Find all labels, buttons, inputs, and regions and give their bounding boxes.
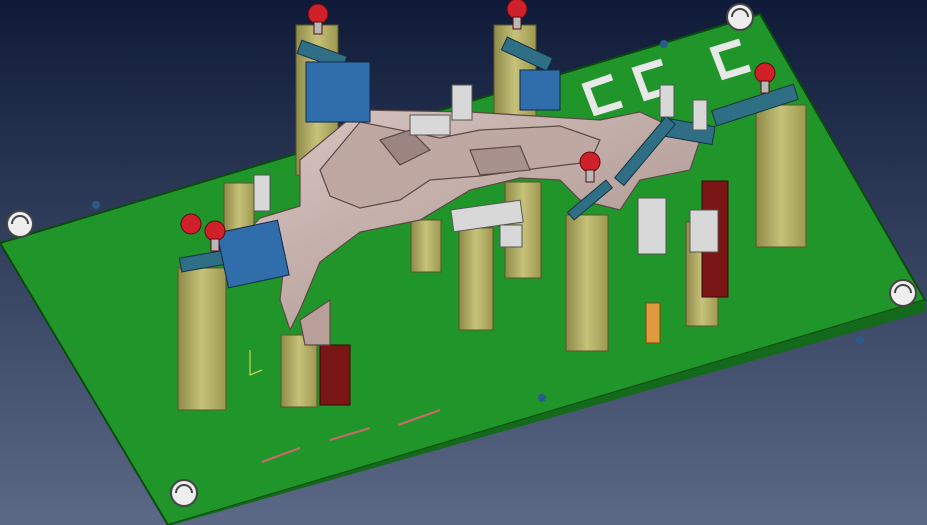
support-post: [177, 267, 227, 411]
clamp-block: [305, 61, 371, 123]
corner-pin-icon: [6, 210, 34, 238]
fixture-model[interactable]: [0, 0, 927, 525]
support-post: [280, 334, 318, 408]
orange-pad: [645, 302, 661, 344]
clamp-knob-icon: [180, 213, 202, 235]
corner-pin-icon: [726, 3, 754, 31]
corner-pin-icon: [170, 479, 198, 507]
support-post: [565, 214, 609, 352]
support-post: [755, 104, 807, 248]
cad-3d-viewport[interactable]: [0, 0, 927, 525]
corner-pin-icon: [889, 279, 917, 307]
clamp-block: [216, 219, 290, 289]
clamp-block: [519, 69, 561, 111]
support-post: [458, 227, 494, 331]
support-post: [410, 219, 442, 273]
